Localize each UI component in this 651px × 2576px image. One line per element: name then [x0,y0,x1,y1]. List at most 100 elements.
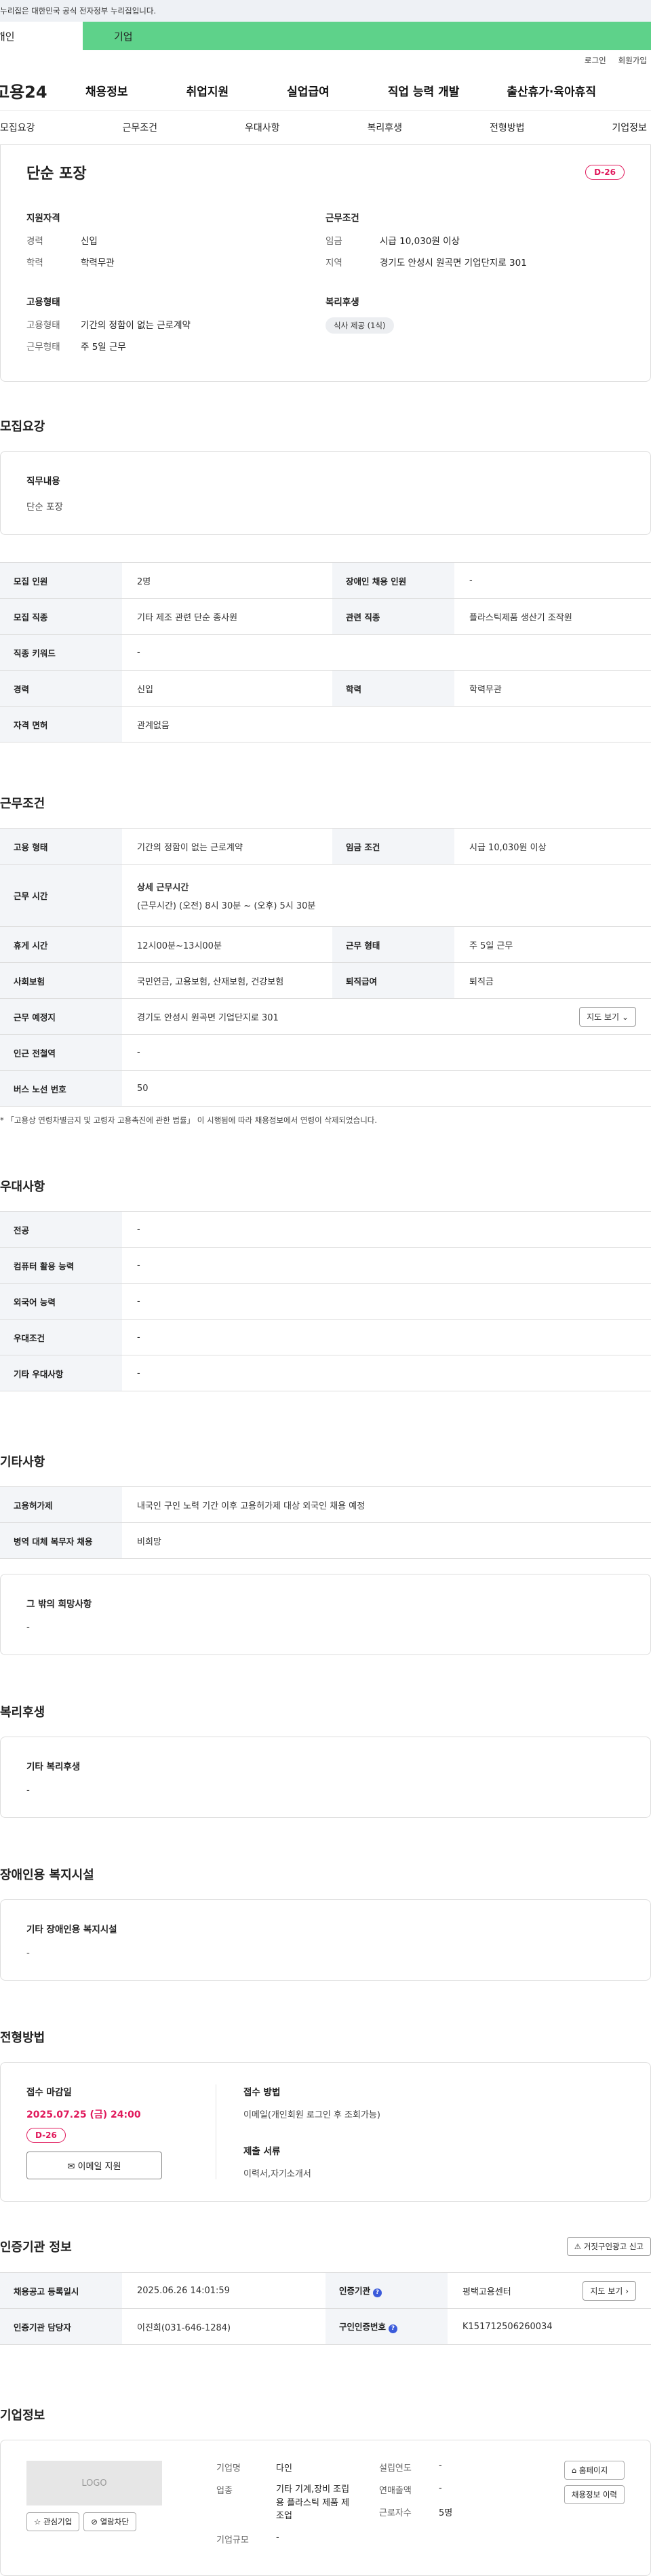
cond-key: 지역 [326,258,342,269]
company-section-title: 기업정보 [0,2409,45,2423]
qual-key: 경력 [26,236,43,247]
chevron-down-icon: ⌄ [621,1012,629,1022]
table-row: 인근 전철역 - [0,1034,651,1071]
qual-value: 학력무관 [81,258,115,269]
table-row: 컴퓨터 활용 능력 - [0,1247,651,1284]
cell-label: 사회보험 [0,962,122,999]
age-notice: * 「고용상 연령차별금지 및 고령자 고용촉진에 관한 법률」 이 시행됨에 … [0,1115,378,1125]
cell-label: 모집 인원 [0,562,122,599]
table-row: 우대조건 - [0,1319,651,1355]
subnav-welfare[interactable]: 복리후생 [367,121,402,134]
cell-value: 2025.06.26 14:01:59 [122,2272,326,2309]
alert-icon: ⚠ [574,2242,582,2251]
welfare-heading: 복리후생 [326,297,359,308]
gnb-unemployment[interactable]: 실업급여 [287,82,330,99]
cond-heading: 근무조건 [326,213,359,224]
cell-value: 이진희(031-646-1284) [122,2308,326,2345]
cell-label: 자격 면허 [0,706,122,742]
cell-label: 휴게 시간 [0,926,122,963]
chevron-right-icon: › [625,2286,629,2296]
deadline-value: 2025.07.25 (금) 24:00 [26,2109,141,2120]
cell-value: 상세 근무시간 (근무시간) (오전) 8시 30분 ~ (오후) 5시 30분 [122,864,651,927]
block-icon: ⊘ [91,2517,98,2527]
tab-personal[interactable]: 개인 [0,22,83,50]
cell-value: - [122,1247,651,1284]
cell-value: 기타 제조 관련 단순 종사원 [122,598,332,635]
table-row: 근무 시간 상세 근무시간 (근무시간) (오전) 8시 30분 ~ (오후) 5시… [0,864,651,927]
favorite-company-button[interactable]: ☆ 관심기업 [26,2512,80,2531]
table-row: 외국어 능력 - [0,1283,651,1320]
cell-value: 2명 [122,562,332,599]
mail-icon: ✉ [67,2162,75,2172]
cell-value: K151712506260034 [448,2308,651,2345]
disabled-facility-label: 기타 장애인용 복지시설 [26,1924,117,1935]
login-link[interactable]: 로그인 [585,55,606,66]
gnb-parental-leave[interactable]: 출산휴가·육아휴직 [507,82,596,99]
workplace-address: 경기도 안성시 원곡면 기업단지로 301 [137,1012,279,1023]
table-row: 인증기관 담당자 이진희(031-646-1284) 구인인증번호? K1517125… [0,2308,651,2345]
tab-company[interactable]: 기업 [83,22,165,50]
cell-value: 시급 10,030원 이상 [454,828,651,865]
cell-label: 컴퓨터 활용 능력 [0,1247,122,1284]
cell-label: 퇴직급여 [332,962,454,999]
map-view-button[interactable]: 지도 보기 ⌄ [579,1006,636,1027]
cell-value: - [122,634,651,671]
cell-label: 우대조건 [0,1319,122,1355]
job-history-button[interactable]: 채용정보 이력 [564,2485,625,2504]
subnav-preference[interactable]: 우대사항 [245,121,280,134]
table-row: 기타 우대사항 - [0,1355,651,1391]
cert-section-title: 인증기관 정보 [0,2240,72,2255]
docs-label: 제출 서류 [243,2146,281,2157]
table-row: 병역 대체 복무자 채용 비희망 [0,1522,651,1559]
company-employees: 5명 [439,2508,453,2518]
cell-label: 전공 [0,1211,122,1248]
email-apply-button[interactable]: ✉ 이메일 지원 [26,2152,162,2179]
help-icon[interactable]: ? [373,2288,382,2297]
subnav-conditions[interactable]: 근무조건 [122,121,157,134]
welfare-label: 기타 복리후생 [26,1762,81,1772]
subnav-recruit[interactable]: 모집요강 [0,121,35,134]
company-name: 다인 [276,2463,292,2474]
recruit-table: 모집 인원 2명 장애인 채용 인원 - 모집 직종 기타 제조 관련 단순 종사원 관련… [0,562,651,742]
qual-value: 신입 [81,236,98,247]
gnb-training[interactable]: 직업 능력 개발 [388,82,460,99]
homepage-button[interactable]: ⌂ 홈페이지 [564,2461,625,2480]
welfare-section-title: 복리후생 [0,1705,45,1720]
cell-label: 근무 형태 [332,926,454,963]
map-view-button[interactable]: 지도 보기 › [583,2280,636,2301]
conditions-section-title: 근무조건 [0,797,45,811]
cell-value: - [122,1355,651,1391]
block-view-button[interactable]: ⊘ 열람차단 [83,2512,136,2531]
table-row: 채용공고 등록일시 2025.06.26 14:01:59 인증기관? 평택고용센터 지… [0,2272,651,2309]
cell-label: 인증기관? [326,2272,448,2309]
company-logo: LOGO [26,2461,162,2505]
cell-value: 플라스틱제품 생산기 조작원 [454,598,651,635]
emp-key: 고용형태 [26,320,60,331]
company-field-label: 설립연도 [379,2463,412,2474]
cell-value: 기간의 정함이 없는 근로계약 [122,828,332,865]
screening-box: 접수 마감일 2025.07.25 (금) 24:00 D-26 ✉ 이메일 지… [0,2062,651,2202]
gnb-employment-support[interactable]: 취업지원 [186,82,229,99]
star-icon: ☆ [34,2517,41,2527]
cell-value: 관계없음 [122,706,651,742]
cell-label: 경력 [0,670,122,707]
subnav-company[interactable]: 기업정보 [612,121,647,134]
duty-label: 직무내용 [26,476,60,487]
signup-link[interactable]: 회원가입 [618,55,647,66]
cond-value: 경기도 안성시 원곡면 기업단지로 301 [380,258,527,269]
cell-label: 병역 대체 복무자 채용 [0,1522,122,1559]
preference-table: 전공 - 컴퓨터 활용 능력 - 외국어 능력 - 우대조건 - 기타 우대사항 - [0,1211,651,1391]
company-box: LOGO ☆ 관심기업 ⊘ 열람차단 기업명 다인 업종 기타 기계,장비 조립용 … [0,2440,651,2576]
subnav-screening[interactable]: 전형방법 [490,121,525,134]
cell-label: 고용허가제 [0,1486,122,1523]
gnb-jobs[interactable]: 채용정보 [85,82,128,99]
site-logo[interactable]: 고용24 [0,79,81,102]
table-row: 직종 키워드 - [0,634,651,671]
conditions-table: 고용 형태 기간의 정함이 없는 근로계약 임금 조건 시급 10,030원 이상 근… [0,828,651,1107]
help-icon[interactable]: ? [389,2324,398,2333]
section-nav: 모집요강 근무조건 우대사항 복리후생 전형방법 기업정보 [0,110,651,145]
cell-value: 비희망 [122,1522,651,1559]
company-field-label: 업종 [216,2486,233,2496]
company-field-label: 기업명 [216,2463,241,2474]
report-fake-ad-button[interactable]: ⚠ 거짓구인광고 신고 [566,2237,651,2256]
